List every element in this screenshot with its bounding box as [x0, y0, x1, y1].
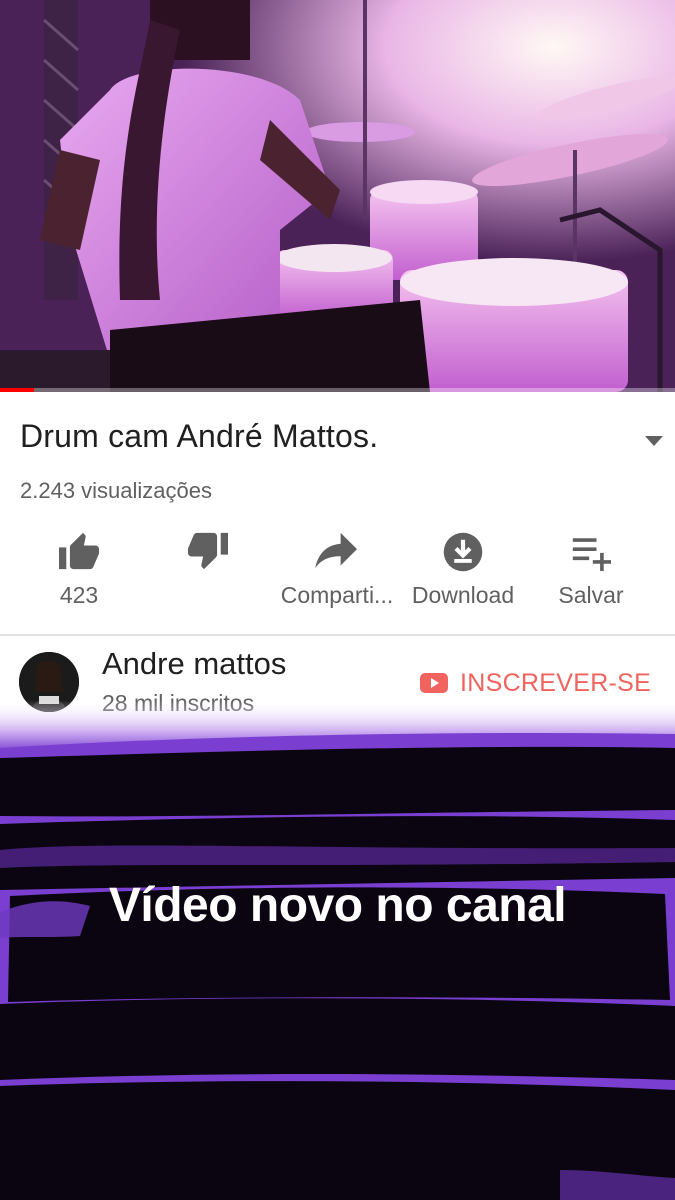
download-icon [443, 532, 483, 572]
video-progress-track[interactable] [0, 388, 675, 392]
video-progress-fill [0, 388, 34, 392]
like-button[interactable]: 423 [14, 525, 144, 625]
brush-stroke-background [0, 700, 675, 1200]
share-button[interactable]: Comparti... [272, 525, 402, 625]
like-count: 423 [59, 582, 99, 608]
save-label: Salvar [558, 582, 624, 608]
view-count: 2.243 visualizações [20, 478, 213, 503]
download-button[interactable]: Download [398, 525, 528, 625]
save-button[interactable]: Salvar [526, 525, 656, 625]
video-title-row[interactable]: Drum cam André Mattos. [20, 418, 640, 455]
dislike-button[interactable] [143, 525, 273, 625]
story-caption: Vídeo novo no canal [108, 879, 567, 932]
thumbs-up-icon [59, 532, 99, 570]
action-bar: 423 Comparti... Download Salvar [0, 525, 675, 625]
add-to-playlist-icon [572, 538, 611, 571]
story-overlay [0, 700, 675, 1200]
subscribe-button[interactable]: INSCREVER-SE [420, 666, 651, 700]
chevron-down-icon[interactable] [642, 432, 666, 448]
video-frame-image [0, 0, 675, 392]
divider [0, 634, 675, 636]
share-icon [315, 532, 357, 569]
channel-name[interactable]: Andre mattos [102, 646, 286, 682]
subscribe-label: INSCREVER-SE [460, 668, 652, 697]
screen: Drum cam André Mattos. 2.243 visualizaçõ… [0, 0, 675, 1200]
video-title: Drum cam André Mattos. [20, 418, 379, 454]
thumbs-down-icon [188, 532, 228, 570]
youtube-play-icon [420, 673, 448, 693]
video-player[interactable] [0, 0, 675, 392]
